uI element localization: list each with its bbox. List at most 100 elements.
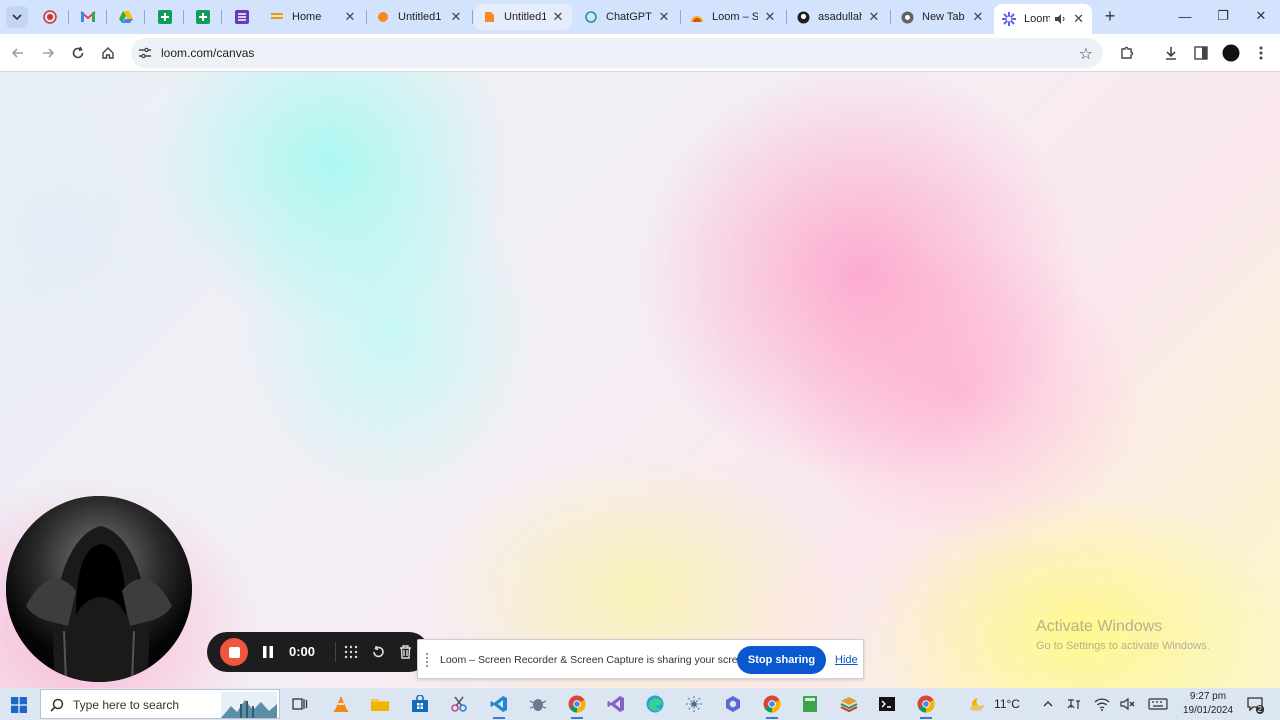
tab-new-tab[interactable]: New Tab ✕ xyxy=(892,4,992,30)
restore-button[interactable]: ❐ xyxy=(1204,4,1242,28)
tab-loom-active[interactable]: Loom ✕ xyxy=(994,4,1092,34)
close-icon[interactable]: ✕ xyxy=(866,9,882,25)
back-button[interactable] xyxy=(6,41,30,65)
taskbar-clock[interactable]: 9:27 pm 19/01/2024 xyxy=(1178,690,1238,718)
start-button[interactable] xyxy=(8,694,30,716)
stop-recording-button[interactable] xyxy=(220,638,248,666)
drawing-tool-button[interactable] xyxy=(342,643,360,661)
close-icon[interactable]: ✕ xyxy=(448,9,464,25)
pause-button[interactable] xyxy=(259,643,277,661)
new-tab-button[interactable]: + xyxy=(1100,7,1120,27)
tab-search-button[interactable] xyxy=(6,6,28,28)
tab-untitled-2[interactable]: Untitled1 ✕ xyxy=(474,4,572,30)
side-panel-button[interactable] xyxy=(1190,42,1212,64)
copilot-icon xyxy=(726,696,740,712)
speaker-icon[interactable] xyxy=(1054,13,1067,25)
weather-icon[interactable] xyxy=(966,694,988,714)
camera-bubble[interactable] xyxy=(6,496,192,682)
clock-date: 19/01/2024 xyxy=(1182,705,1234,716)
trash-icon xyxy=(399,645,411,659)
address-bar[interactable]: loom.com/canvas ☆ xyxy=(131,38,1103,68)
close-icon[interactable]: ✕ xyxy=(656,9,672,25)
chrome-app-2[interactable] xyxy=(760,692,784,719)
side-panel-icon xyxy=(1194,46,1208,60)
notification-center-button[interactable]: 2 xyxy=(1244,694,1266,714)
volume-muted-icon[interactable] xyxy=(1118,694,1138,714)
pinned-tab-red[interactable] xyxy=(40,7,60,27)
close-icon[interactable]: ✕ xyxy=(1071,11,1086,27)
restart-icon xyxy=(373,645,384,658)
close-icon[interactable]: ✕ xyxy=(970,9,986,25)
keyboard-icon[interactable] xyxy=(1146,694,1170,714)
pinned-tab-sheets[interactable] xyxy=(155,7,175,27)
hide-link[interactable]: Hide xyxy=(835,654,858,666)
wifi-icon[interactable] xyxy=(1092,694,1112,714)
download-icon xyxy=(1166,47,1176,60)
loom-canvas: Activate Windows Go to Settings to activ… xyxy=(0,72,1280,688)
pinned-tab-gmail[interactable] xyxy=(78,7,98,27)
vlc-app[interactable] xyxy=(329,692,353,716)
chevron-up-icon[interactable] xyxy=(1040,694,1056,714)
tab-title: Untitled1 xyxy=(398,11,442,23)
tab-home[interactable]: Home ✕ xyxy=(262,4,364,30)
menu-button[interactable] xyxy=(1250,42,1272,64)
pinned-tab-sheets-2[interactable] xyxy=(193,7,213,27)
extensions-button[interactable] xyxy=(1116,42,1138,64)
clock-time: 9:27 pm xyxy=(1189,691,1227,702)
minimize-button[interactable]: — xyxy=(1166,4,1204,28)
chatgpt-icon xyxy=(584,10,598,24)
reload-icon xyxy=(72,46,84,59)
edge-app[interactable] xyxy=(643,692,667,716)
chrome-app-3[interactable] xyxy=(914,692,938,719)
share-message: Loom – Screen Recorder & Screen Capture … xyxy=(440,654,753,666)
downloads-button[interactable] xyxy=(1160,42,1182,64)
bug-app[interactable] xyxy=(526,692,550,716)
home-button[interactable] xyxy=(96,41,120,65)
window-close-button[interactable]: ✕ xyxy=(1242,4,1280,28)
recording-timer: 0:00 xyxy=(289,644,316,659)
copilot-app[interactable] xyxy=(721,692,745,716)
drag-handle[interactable] xyxy=(426,653,432,667)
watermark-subtitle: Go to Settings to activate Windows. xyxy=(1036,640,1210,652)
tab-github[interactable]: asadullah ✕ xyxy=(788,4,888,30)
close-icon[interactable]: ✕ xyxy=(342,9,358,25)
task-view-button[interactable] xyxy=(288,692,312,716)
gmail-tab-icon xyxy=(270,10,284,24)
stop-sharing-button[interactable]: Stop sharing xyxy=(737,646,826,674)
chrome-app[interactable] xyxy=(565,692,589,719)
chrome-icon xyxy=(568,695,586,713)
terminal-app[interactable] xyxy=(875,692,899,716)
tab-untitled-1[interactable]: Untitled1 ✕ xyxy=(368,4,470,30)
tab-chatgpt[interactable]: ChatGPT ✕ xyxy=(576,4,678,30)
tab-loom-s[interactable]: Loom – S ✕ xyxy=(682,4,784,30)
layers-icon xyxy=(840,697,858,713)
restart-button[interactable] xyxy=(369,643,387,661)
close-icon[interactable]: ✕ xyxy=(762,9,778,25)
search-highlight-image xyxy=(221,692,277,718)
network-app[interactable] xyxy=(682,692,706,716)
visual-studio-app[interactable] xyxy=(604,692,628,716)
forward-button[interactable] xyxy=(36,41,60,65)
store-app[interactable] xyxy=(408,692,432,716)
delete-recording-button[interactable] xyxy=(396,643,414,661)
hooded-figure-image xyxy=(6,496,192,682)
site-settings-icon[interactable] xyxy=(137,45,153,61)
pinned-tab-drive[interactable] xyxy=(116,7,136,27)
weather-temperature[interactable]: 11°C xyxy=(990,694,1024,714)
file-explorer-app[interactable] xyxy=(368,692,392,716)
address-url[interactable]: loom.com/canvas xyxy=(161,46,254,60)
plus-square-icon xyxy=(158,10,172,24)
pinned-tab-forms[interactable] xyxy=(232,7,252,27)
taskbar-search[interactable]: Type here to search xyxy=(40,689,280,719)
close-icon[interactable]: ✕ xyxy=(550,9,566,25)
snipping-tool-app[interactable] xyxy=(447,692,471,716)
home-icon xyxy=(102,47,114,59)
profile-avatar[interactable] xyxy=(1220,42,1242,64)
bookmark-star-icon[interactable]: ☆ xyxy=(1079,44,1093,64)
vscode-app[interactable] xyxy=(487,692,511,719)
reload-button[interactable] xyxy=(66,41,90,65)
layers-app[interactable] xyxy=(837,692,861,716)
notebook-app[interactable] xyxy=(798,692,822,716)
visual-studio-icon xyxy=(607,696,624,712)
input-method-icon[interactable] xyxy=(1064,694,1084,714)
